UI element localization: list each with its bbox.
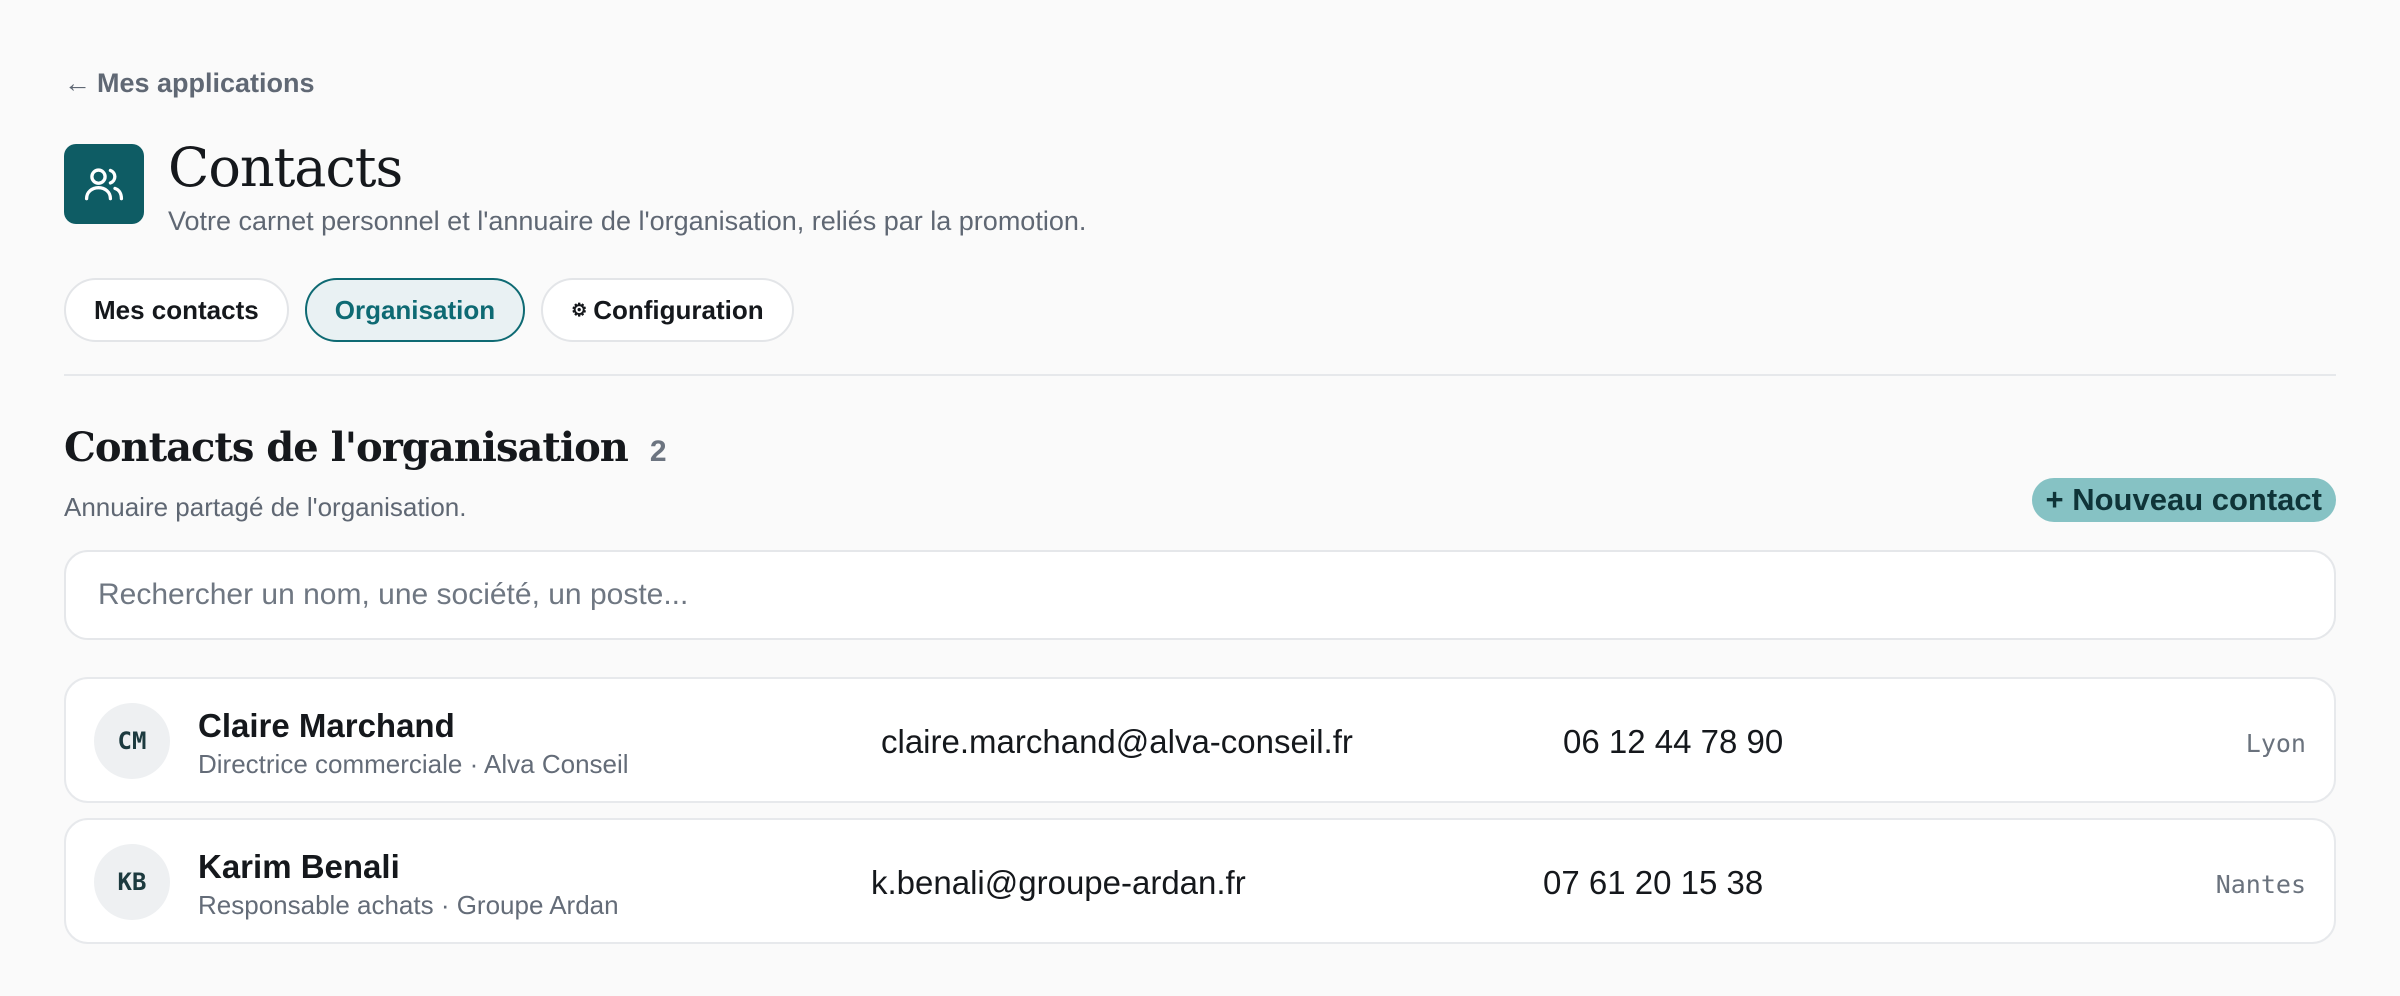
search-box [64,550,2336,640]
contact-role: Directrice commerciale · Alva Conseil [198,749,629,779]
contact-count: 2 [649,435,667,468]
tab-label: Configuration [593,294,764,325]
contact-phone: 07 61 20 15 38 [1543,864,1764,901]
avatar: CM [94,703,170,779]
page-title: Contacts [168,136,403,199]
arrow-left-icon: ← [64,68,91,98]
contact-phone: 06 12 44 78 90 [1563,723,1784,760]
contact-row[interactable]: KB Karim Benali Responsable achats · Gro… [64,818,2336,944]
tab-mes-contacts[interactable]: Mes contacts [64,278,289,342]
contact-city: Lyon [2245,729,2306,758]
tab-label: Mes contacts [94,294,259,325]
divider [64,374,2336,376]
new-contact-button[interactable]: + Nouveau contact [2031,478,2336,522]
users-icon [84,168,124,201]
contact-name: Karim Benali [198,848,400,885]
tab-bar: Mes contacts Organisation ⚙ Configuratio… [64,278,794,342]
contact-city: Nantes [2215,870,2306,899]
tab-label: Organisation [334,294,496,325]
section-title-text: Contacts de l'organisation [64,424,629,471]
contact-email: claire.marchand@alva-conseil.fr [881,723,1353,760]
back-link[interactable]: ← Mes applications [64,68,315,99]
page-subtitle: Votre carnet personnel et l'annuaire de … [168,206,1087,236]
avatar: KB [94,844,170,920]
contact-row[interactable]: CM Claire Marchand Directrice commercial… [64,677,2336,803]
contacts-app-icon [64,144,144,224]
contact-name: Claire Marchand [198,707,455,744]
contact-email: k.benali@groupe-ardan.fr [871,864,1246,901]
tab-configuration[interactable]: ⚙ Configuration [541,278,794,342]
gear-icon: ⚙ [571,299,588,320]
contact-role: Responsable achats · Groupe Ardan [198,890,619,920]
section-description: Annuaire partagé de l'organisation. [64,492,467,522]
tab-organisation[interactable]: Organisation [304,278,526,342]
back-link-label: Mes applications [97,68,315,98]
search-input[interactable] [98,578,2302,612]
section-title: Contacts de l'organisation 2 [64,424,667,471]
